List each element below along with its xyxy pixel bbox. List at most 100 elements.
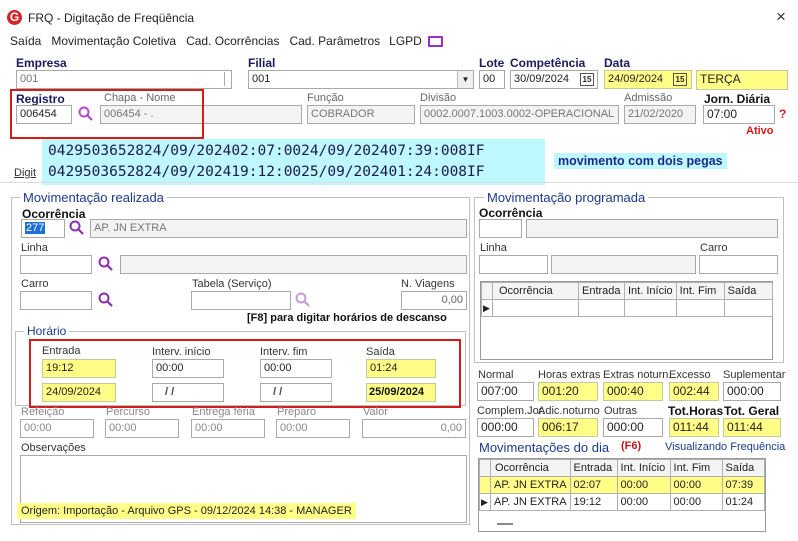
- suplementar-field[interactable]: 000:00: [723, 382, 781, 401]
- col-entrada[interactable]: Entrada: [578, 282, 625, 300]
- excesso-label: Excesso: [669, 369, 711, 381]
- adic-noturno-label: Adic.noturno: [538, 405, 600, 417]
- monitor-icon[interactable]: [427, 36, 443, 47]
- menu-item-saida[interactable]: Saída: [10, 34, 41, 48]
- adic-noturno-field[interactable]: 006:17: [538, 418, 598, 437]
- preparo-field[interactable]: 00:00: [276, 419, 350, 438]
- col-int-fim[interactable]: Int. Fim: [669, 459, 723, 477]
- programada-linha-desc: [551, 255, 696, 274]
- row-pointer-icon: ▶: [481, 299, 493, 317]
- f8-hint: [F8] para digitar horários de descanso: [247, 312, 447, 324]
- extras-noturn-field[interactable]: 000:40: [603, 382, 663, 401]
- viagens-field[interactable]: 0,00: [401, 291, 467, 310]
- cell-saida: 01:24: [721, 493, 766, 511]
- search-icon[interactable]: [69, 220, 85, 236]
- lote-field[interactable]: 00: [479, 70, 505, 89]
- outras-field[interactable]: 000:00: [603, 418, 663, 437]
- table-row[interactable]: ▶ AP. JN EXTRA 19:12 00:00 00:00 01:24: [479, 493, 766, 511]
- extras-noturn-label: Extras noturn.: [603, 369, 672, 381]
- gps-import-lines: 0429503652824/09/202402:07:0024/09/20240…: [42, 139, 545, 185]
- preparo-label: Preparo: [277, 406, 317, 418]
- menu-item-movimentacao-coletiva[interactable]: Movimentação Coletiva: [51, 34, 176, 48]
- tab-fragment[interactable]: Digit: [14, 167, 36, 179]
- col-saida[interactable]: Saída: [723, 282, 774, 300]
- programada-grid: Ocorrência Entrada Int. Início Int. Fim …: [480, 281, 774, 360]
- visualizando-frequencia-link[interactable]: Visualizando Frequência: [665, 441, 785, 453]
- empresa-spinner-icon[interactable]: [224, 72, 230, 86]
- linha-field[interactable]: [20, 255, 92, 274]
- app-logo-icon: G: [7, 10, 22, 25]
- menu-item-lgpd[interactable]: LGPD: [389, 34, 422, 48]
- carro-label: Carro: [21, 278, 49, 290]
- filial-select[interactable]: 001: [248, 70, 474, 89]
- refeicao-field[interactable]: 00:00: [20, 419, 94, 438]
- status-badge: Ativo: [746, 125, 774, 137]
- observacoes-label: Observações: [21, 442, 86, 454]
- programada-carro-label: Carro: [700, 242, 728, 254]
- jornada-field[interactable]: 07:00: [703, 105, 775, 124]
- programada-carro-field[interactable]: [699, 255, 778, 274]
- scrollbar-thumb[interactable]: [497, 523, 513, 525]
- complem-label: Complem.Jor.: [477, 405, 545, 417]
- cell-int-fim: 00:00: [669, 476, 723, 494]
- programada-linha-label: Linha: [480, 242, 507, 254]
- competencia-label: Competência: [510, 56, 586, 70]
- help-icon[interactable]: ?: [779, 107, 786, 121]
- tabela-field[interactable]: [191, 291, 291, 310]
- excesso-field[interactable]: 002:44: [669, 382, 719, 401]
- origem-info: Origem: Importação - Arquivo GPS - 09/12…: [17, 503, 356, 519]
- chevron-down-icon[interactable]: ▼: [457, 71, 473, 88]
- table-row[interactable]: AP. JN EXTRA 02:07 00:00 00:00 07:39: [479, 476, 766, 494]
- valor-label: Valor: [363, 406, 388, 418]
- col-ocorrencia[interactable]: Ocorrência: [490, 459, 571, 477]
- percurso-label: Percurso: [106, 406, 151, 418]
- filial-label: Filial: [248, 56, 276, 70]
- calendar-icon[interactable]: 15: [580, 73, 594, 86]
- admissao-label: Admissão: [624, 92, 673, 104]
- col-ocorrencia[interactable]: Ocorrência: [492, 282, 579, 300]
- col-saida[interactable]: Saída: [721, 459, 766, 477]
- col-int-inicio[interactable]: Int. Início: [616, 459, 671, 477]
- annotation-text: movimento com dois pegas: [554, 153, 727, 169]
- divider: [0, 182, 798, 183]
- empresa-field[interactable]: 001: [16, 70, 232, 89]
- col-int-inicio[interactable]: Int. Início: [624, 282, 677, 300]
- dia-grid: Ocorrência Entrada Int. Início Int. Fim …: [478, 458, 766, 532]
- valor-field[interactable]: 0,00: [362, 419, 466, 438]
- tot-geral-label: Tot. Geral: [724, 404, 780, 418]
- extras-field[interactable]: 001:20: [538, 382, 598, 401]
- programada-ocorrencia-field[interactable]: [479, 219, 522, 238]
- normal-label: Normal: [478, 369, 514, 381]
- calendar-icon[interactable]: 15: [673, 73, 687, 86]
- table-row[interactable]: ▶: [481, 299, 774, 317]
- cell-int-fim: 00:00: [669, 493, 723, 511]
- entrega-field[interactable]: 00:00: [191, 419, 265, 438]
- funcao-label: Função: [307, 92, 344, 104]
- programada-title: Movimentação programada: [484, 190, 649, 205]
- cell-entrada: 19:12: [569, 493, 618, 511]
- linha-label: Linha: [21, 242, 48, 254]
- ocorrencia-code-field[interactable]: 277: [21, 219, 65, 238]
- realizada-title: Movimentação realizada: [20, 190, 167, 205]
- tot-geral-field[interactable]: 011:44: [723, 418, 781, 437]
- complem-field[interactable]: 000:00: [477, 418, 534, 437]
- dia-f6-hint: (F6): [621, 440, 642, 452]
- close-icon[interactable]: ×: [776, 7, 786, 27]
- menu-bar: Saída Movimentação Coletiva Cad. Ocorrên…: [10, 34, 443, 48]
- menu-item-cad-parametros[interactable]: Cad. Parâmetros: [289, 34, 380, 48]
- menu-item-cad-ocorrencias[interactable]: Cad. Ocorrências: [186, 34, 279, 48]
- funcao-field: COBRADOR: [307, 105, 415, 124]
- tot-horas-label: Tot.Horas: [668, 404, 724, 418]
- search-icon[interactable]: [98, 256, 114, 272]
- programada-linha-field[interactable]: [479, 255, 548, 274]
- carro-field[interactable]: [20, 291, 92, 310]
- search-icon[interactable]: [98, 292, 114, 308]
- search-icon[interactable]: [295, 292, 311, 308]
- normal-field[interactable]: 007:00: [477, 382, 534, 401]
- refeicao-label: Refeição: [21, 406, 65, 418]
- outras-label: Outras: [604, 405, 638, 417]
- percurso-field[interactable]: 00:00: [105, 419, 179, 438]
- col-entrada[interactable]: Entrada: [569, 459, 618, 477]
- col-int-fim[interactable]: Int. Fim: [675, 282, 725, 300]
- tot-horas-field[interactable]: 011:44: [669, 418, 719, 437]
